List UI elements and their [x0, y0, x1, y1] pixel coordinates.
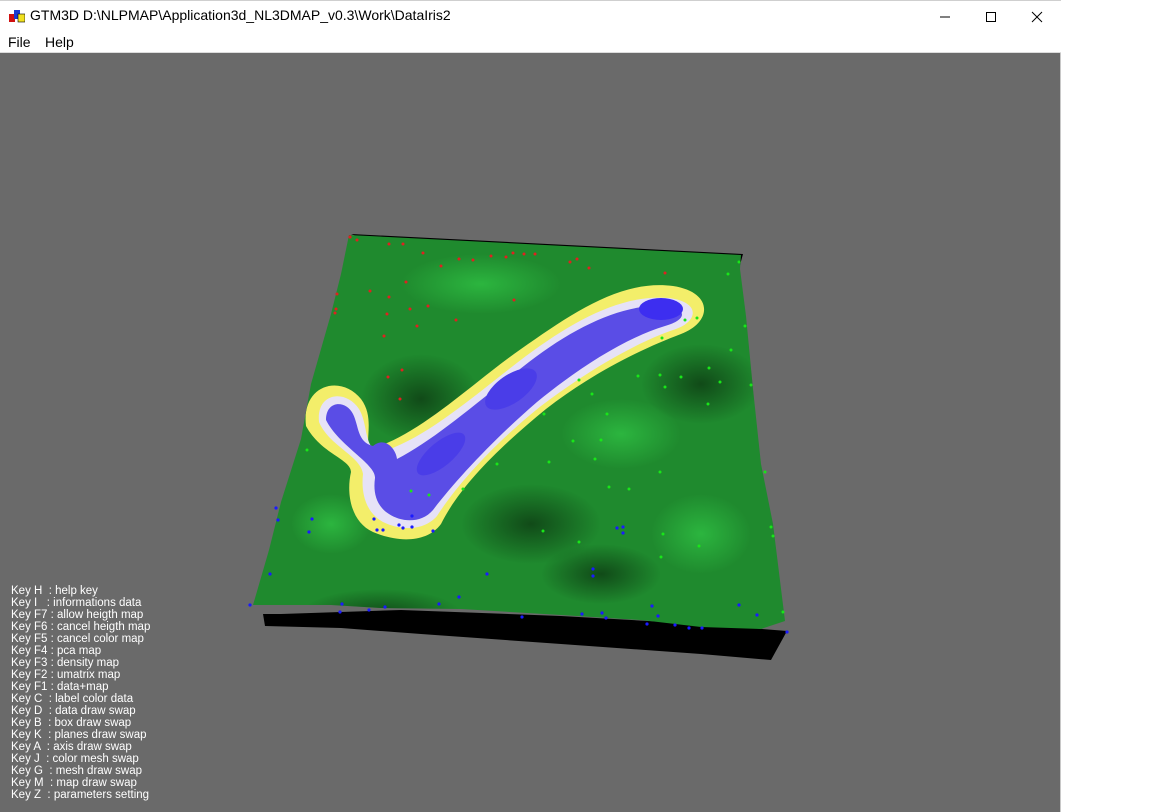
help-key-item: Key K : planes draw swap	[11, 729, 147, 741]
close-icon	[1031, 11, 1043, 22]
help-key-item: Key Z : parameters setting	[11, 789, 150, 801]
help-key-item: Key M : map draw swap	[11, 777, 137, 789]
help-key-item: Key H : help key	[11, 585, 98, 597]
gtm3d-app-icon	[9, 10, 25, 23]
help-key-item: Key F3 : density map	[11, 657, 120, 669]
title-bar[interactable]: GTM3D D:\NLPMAP\Application3d_NL3DMAP_v0…	[0, 0, 1061, 31]
app-window: GTM3D D:\NLPMAP\Application3d_NL3DMAP_v0…	[0, 0, 1061, 812]
map-surface	[253, 235, 785, 629]
menu-file[interactable]: File	[8, 34, 31, 50]
help-key-item: Key I : informations data	[11, 597, 142, 609]
help-key-item: Key F2 : umatrix map	[11, 669, 121, 681]
minimize-button[interactable]	[922, 1, 968, 32]
help-key-item: Key C : label color data	[11, 693, 134, 705]
gtm-3d-map[interactable]	[1, 54, 1060, 812]
maximize-icon	[986, 11, 996, 22]
help-key-item: Key F7 : allow heigth map	[11, 609, 144, 621]
minimize-icon	[940, 16, 950, 17]
help-key-item: Key F4 : pca map	[11, 645, 102, 657]
close-button[interactable]	[1014, 1, 1060, 32]
help-key-item: Key B : box draw swap	[11, 717, 132, 729]
help-key-item: Key D : data draw swap	[11, 705, 136, 717]
help-key-item: Key F1 : data+map	[11, 681, 109, 693]
help-key-item: Key F6 : cancel heigth map	[11, 621, 151, 633]
help-key-item: Key F5 : cancel color map	[11, 633, 144, 645]
menu-bar: File Help	[0, 31, 1061, 53]
3d-viewport[interactable]: Key H : help key Key I : informations da…	[1, 54, 1060, 812]
help-key-item: Key J : color mesh swap	[11, 753, 139, 765]
maximize-button[interactable]	[968, 1, 1014, 32]
window-title: GTM3D D:\NLPMAP\Application3d_NL3DMAP_v0…	[30, 7, 451, 23]
menu-help[interactable]: Help	[45, 34, 74, 50]
help-key-item: Key A : axis draw swap	[11, 741, 132, 753]
help-key-item: Key G : mesh draw swap	[11, 765, 143, 777]
help-key-list: Key H : help key Key I : informations da…	[11, 585, 150, 801]
